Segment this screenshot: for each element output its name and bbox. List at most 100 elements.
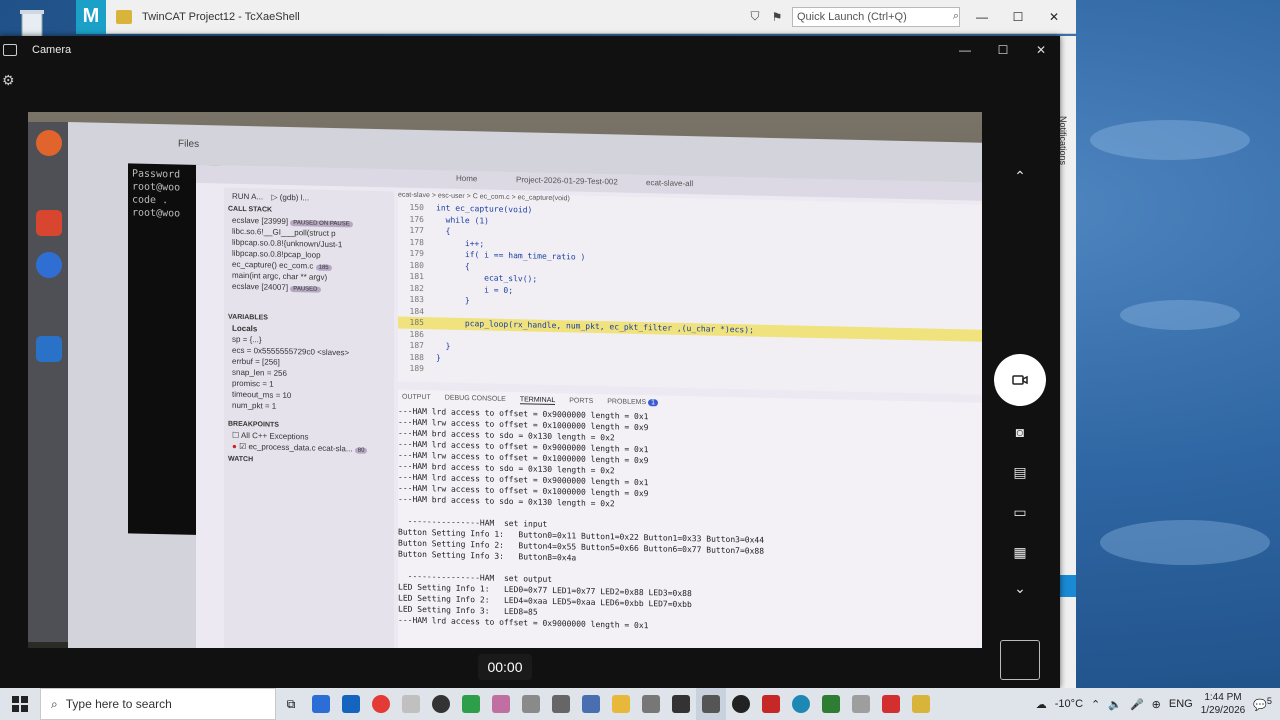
twincat-titlebar: M TwinCAT Project12 - TcXaeShell ⛉ ⚑ Qui…	[76, 0, 1076, 34]
microphone-icon[interactable]: 🎤	[1130, 698, 1144, 711]
outlook-icon[interactable]	[336, 688, 366, 720]
camera-minimize-button[interactable]: —	[946, 43, 984, 57]
run-label: RUN A...	[232, 191, 264, 202]
filter-icon[interactable]: ⛉	[748, 9, 762, 24]
watch-header[interactable]: WATCH	[224, 452, 394, 469]
green-app-icon[interactable]	[456, 688, 486, 720]
language-indicator[interactable]: ENG	[1169, 698, 1193, 710]
play-icon[interactable]: ▷	[271, 193, 277, 202]
maximize-button[interactable]: ☐	[1004, 10, 1032, 24]
solution-folder-icon	[116, 9, 132, 24]
chatgpt-icon[interactable]	[726, 688, 756, 720]
camera-controls: ⌃ ◙ ▤ ▭ ▦ ⌄	[994, 36, 1050, 688]
line-number: 179	[409, 248, 424, 259]
clock-date: 1/29/2026	[1200, 705, 1246, 716]
twincat-window-title: TwinCAT Project12 - TcXaeShell	[142, 10, 300, 23]
frame-label: ecslave [23999]	[232, 215, 289, 226]
breadcrumb-home: Home	[456, 173, 478, 184]
gear-icon[interactable]: ⚙	[2, 72, 16, 88]
code-text: ecat_slv();	[436, 272, 538, 284]
code-editor[interactable]: ecat-slave > esc-user > C ec_com.c > ec_…	[398, 191, 982, 396]
network-icon[interactable]	[546, 688, 576, 720]
line-number: 177	[409, 225, 424, 236]
line-number: 187	[409, 340, 424, 351]
line-number: 176	[409, 214, 424, 224]
frame-label: ec_capture() ec_com.c	[232, 259, 314, 271]
chevron-up-icon[interactable]: ⌃	[1008, 164, 1032, 188]
debug-config-select[interactable]: (gdb) l...	[280, 193, 309, 203]
document-scan-icon[interactable]: ▤	[1008, 460, 1032, 484]
notification-icon[interactable]: 💬5	[1253, 696, 1272, 712]
remote-icon[interactable]	[576, 688, 606, 720]
tab-terminal[interactable]: TERMINAL	[519, 396, 556, 406]
code-text: {	[436, 226, 451, 236]
clock[interactable]: 1:44 PM 1/29/2026	[1201, 691, 1246, 717]
task-view-icon[interactable]: ⧉	[276, 688, 306, 720]
windows-start-button[interactable]	[0, 688, 40, 720]
clock-time: 1:44 PM	[1204, 692, 1242, 703]
chevron-down-icon[interactable]: ⌄	[1008, 576, 1032, 600]
system-tray: ☁ -10°C ⌃ 🔈 🎤 ⊕ ENG 1:44 PM 1/29/2026 💬5	[1036, 691, 1280, 717]
line-number: 182	[409, 283, 424, 293]
frame-label: ecslave [24007]	[232, 281, 289, 292]
volume-icon[interactable]: 🔈	[1108, 698, 1122, 711]
twincat-taskbar-icon[interactable]	[906, 688, 936, 720]
line-number: 188	[409, 352, 424, 362]
tab-output[interactable]: OUTPUT	[402, 394, 431, 403]
excel-icon[interactable]	[816, 688, 846, 720]
weather-icon[interactable]: ☁	[1036, 698, 1047, 711]
camera-preview: Files Password root@woo code . root@woo …	[28, 112, 982, 648]
vscode-window: Home Project-2026-01-29-Test-002 ecat-sl…	[196, 164, 982, 648]
monitor-screen: Files Password root@woo code . root@woo …	[68, 122, 982, 648]
video-camera-icon	[1012, 375, 1028, 385]
code-text: }	[436, 295, 470, 306]
camera-taskbar-icon[interactable]	[696, 688, 726, 720]
tab-problems[interactable]: PROBLEMS 1	[607, 398, 659, 407]
printer-icon[interactable]	[846, 688, 876, 720]
ssc-icon[interactable]	[756, 688, 786, 720]
water-highlight	[1090, 120, 1250, 160]
file-explorer-icon[interactable]	[606, 688, 636, 720]
obs-icon[interactable]	[426, 688, 456, 720]
windows-logo-icon	[12, 696, 28, 712]
settings-app-icon[interactable]	[636, 688, 666, 720]
camera-window: Camera — ☐ ✕ ⚙ Files Password root@woo c…	[0, 36, 1060, 688]
search-placeholder: Type here to search	[65, 697, 172, 711]
code-text: }	[436, 341, 451, 351]
gallery-thumbnail[interactable]	[1000, 640, 1040, 680]
code-text: i++;	[436, 237, 485, 248]
water-highlight	[1100, 520, 1270, 565]
code-text: while (1)	[436, 214, 489, 226]
tab-ports[interactable]: PORTS	[569, 397, 593, 406]
whiteboard-icon[interactable]: ▭	[1008, 500, 1032, 524]
line-number: 183	[409, 294, 424, 305]
debug-sidebar: RUN A... ▷ (gdb) l... CALL STACK ecslave…	[224, 187, 394, 648]
firefox-icon	[36, 130, 62, 156]
recording-timer: 00:00	[478, 654, 532, 680]
network-globe-icon[interactable]: ⊕	[1152, 698, 1161, 711]
blue-indicator	[1060, 575, 1076, 597]
line-number: 186	[409, 329, 424, 339]
edge-icon[interactable]	[786, 688, 816, 720]
acrobat-icon[interactable]	[876, 688, 906, 720]
video-record-button[interactable]	[994, 354, 1046, 406]
paint-icon[interactable]	[396, 688, 426, 720]
code-text: int ec_capture(void)	[436, 203, 533, 215]
store-icon[interactable]	[306, 688, 336, 720]
tab-debug-console[interactable]: DEBUG CONSOLE	[445, 395, 506, 404]
taskbar-search-box[interactable]: ⌕ Type here to search	[40, 688, 276, 720]
qr-code-icon[interactable]: ▦	[1008, 540, 1032, 564]
close-button[interactable]: ✕	[1040, 10, 1068, 24]
vm-icon[interactable]	[516, 688, 546, 720]
feedback-icon[interactable]: ⚑	[770, 10, 784, 24]
photo-camera-icon[interactable]: ◙	[1008, 420, 1032, 444]
terminal-output[interactable]: ---HAM lrd access to offset = 0x9000000 …	[398, 405, 982, 639]
terminal-icon[interactable]	[666, 688, 696, 720]
chevron-up-icon[interactable]: ⌃	[1091, 698, 1100, 711]
weather-temp[interactable]: -10°C	[1055, 698, 1083, 710]
line-number: 189	[409, 363, 424, 374]
quick-launch-input[interactable]: Quick Launch (Ctrl+Q) ⌕	[792, 6, 960, 27]
minimize-button[interactable]: —	[968, 10, 996, 24]
chrome-icon[interactable]	[366, 688, 396, 720]
pink-app-icon[interactable]	[486, 688, 516, 720]
